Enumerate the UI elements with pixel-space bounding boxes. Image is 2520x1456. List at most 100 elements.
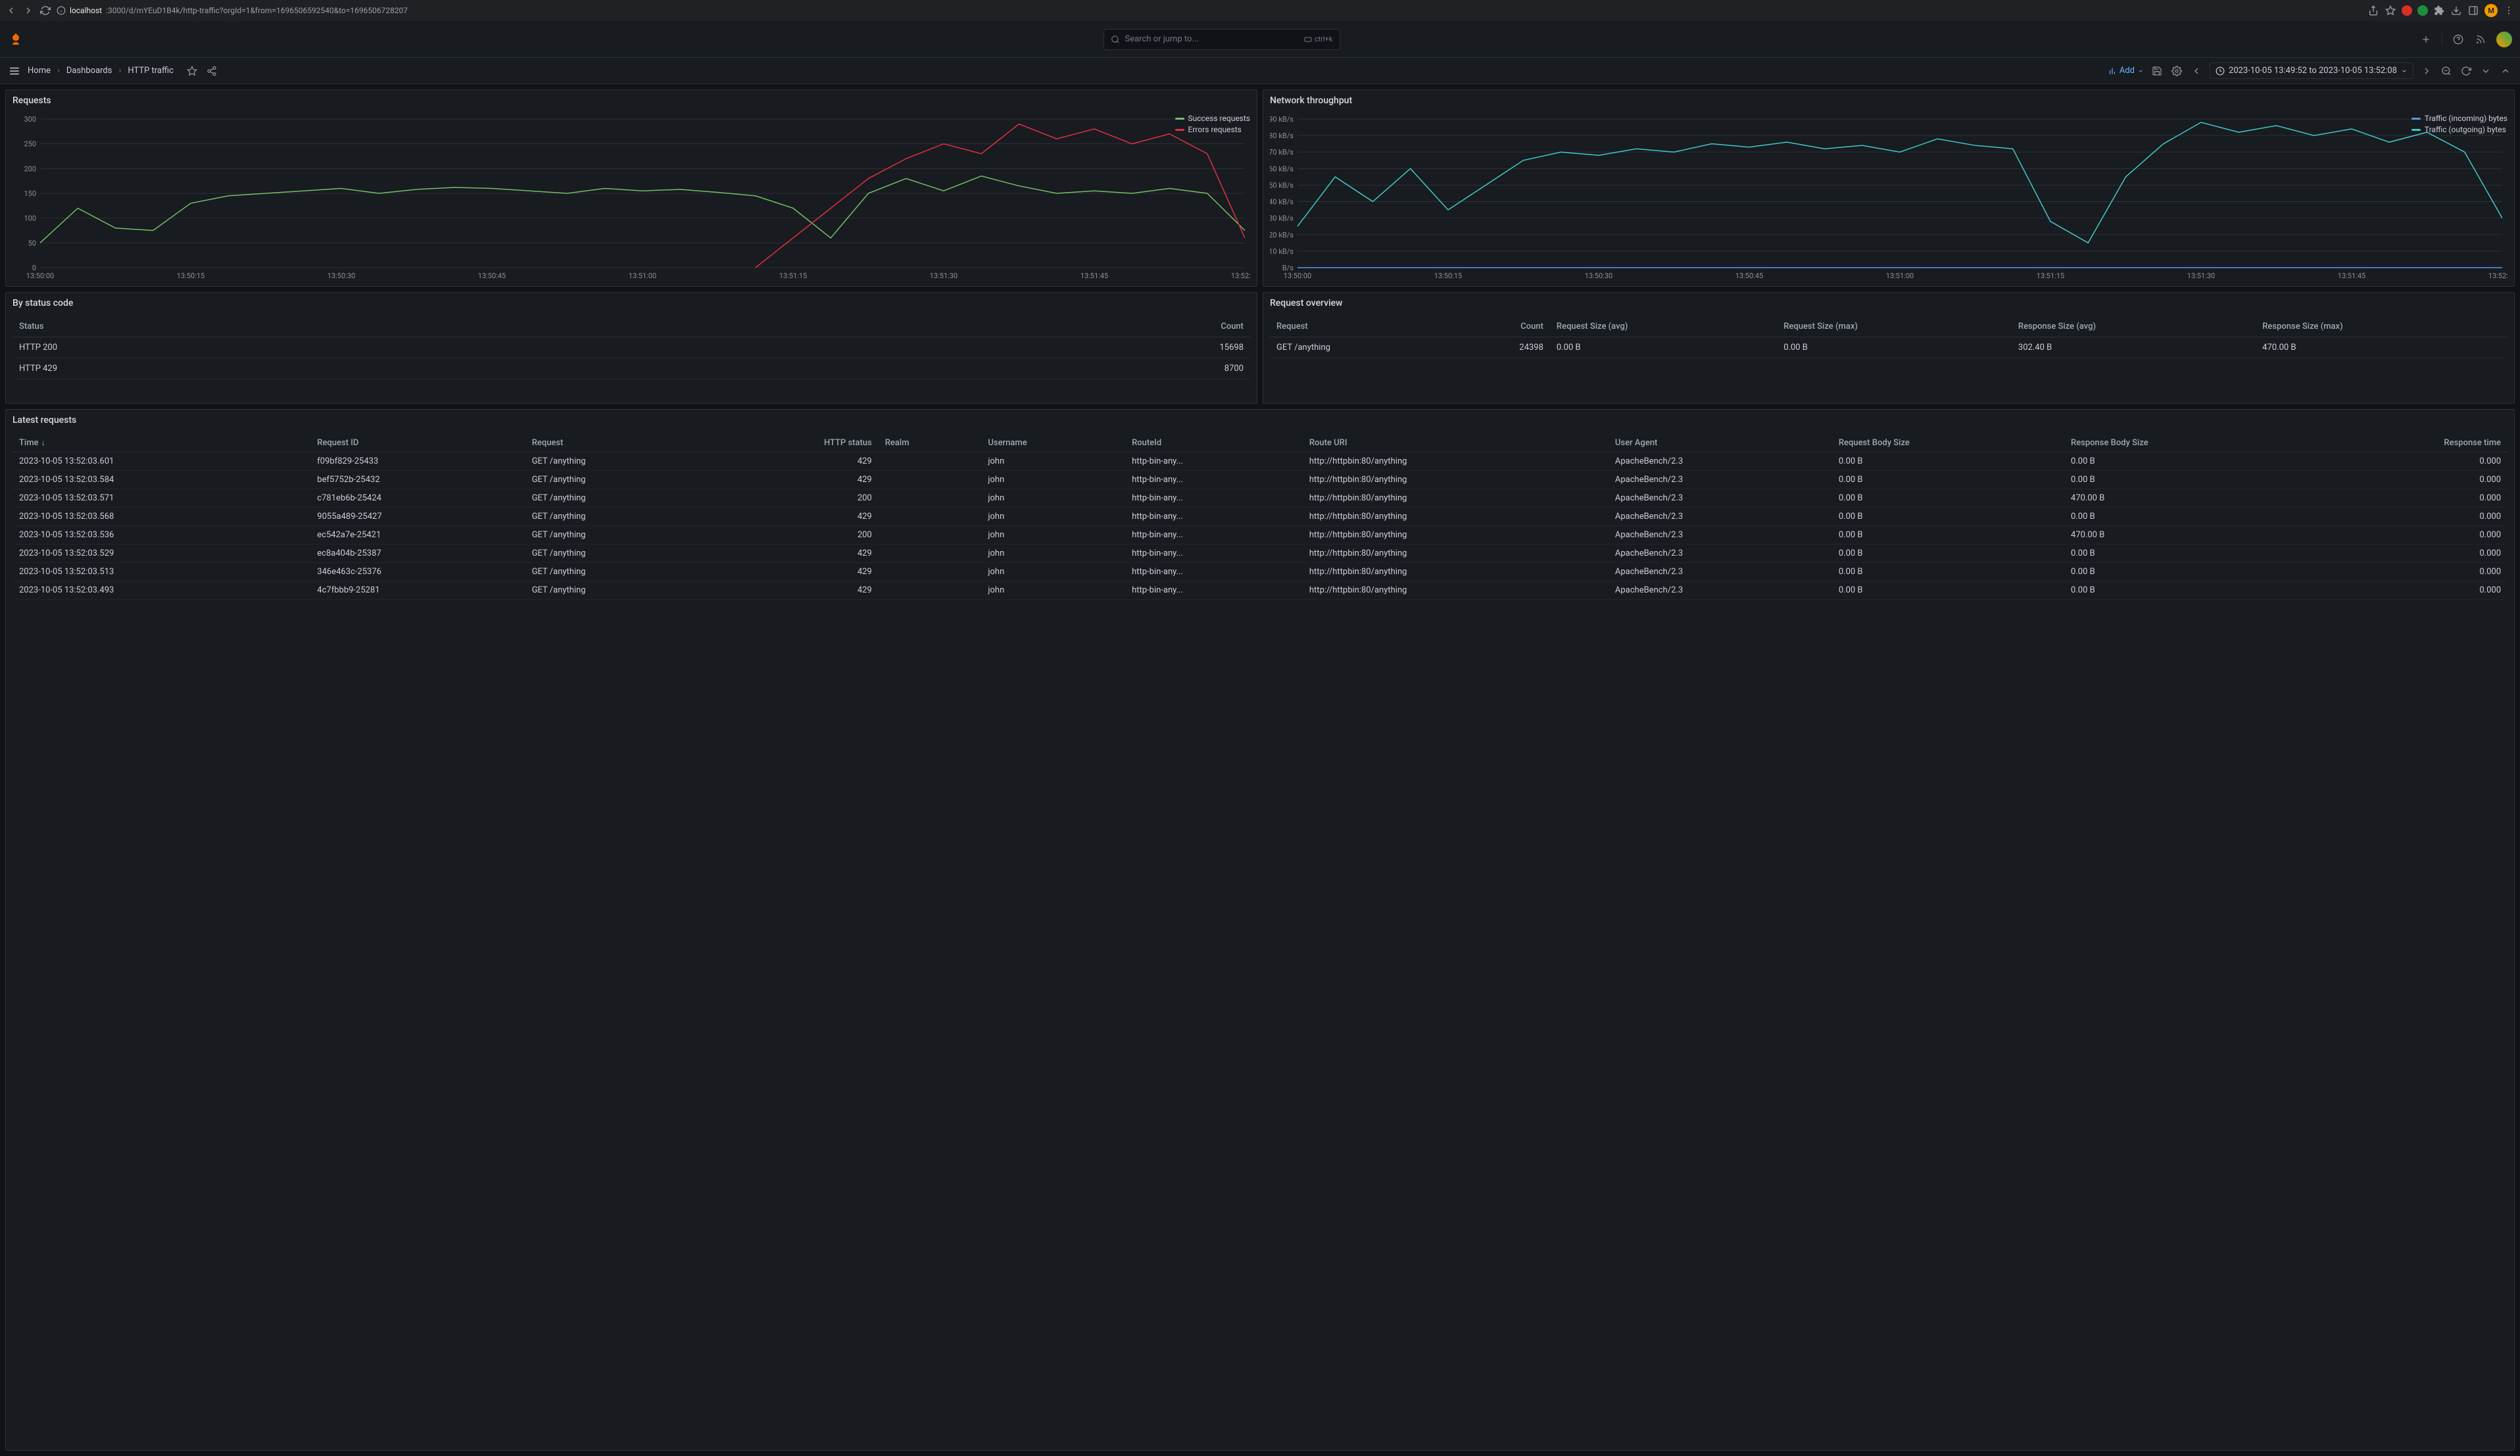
panel-overview[interactable]: Request overview Request Count Request S…: [1263, 292, 2515, 404]
extensions-icon[interactable]: [2433, 5, 2445, 16]
col-request[interactable]: Request: [1270, 316, 1450, 337]
legend-item[interactable]: Success requests: [1175, 114, 1250, 123]
share-icon[interactable]: [2367, 5, 2379, 16]
col-status[interactable]: Status: [12, 316, 755, 337]
search-input[interactable]: Search or jump to... ctrl+k: [1103, 29, 1340, 50]
svg-text:13:50:45: 13:50:45: [1735, 272, 1763, 280]
time-picker[interactable]: 2023-10-05 13:49:52 to 2023-10-05 13:52:…: [2210, 62, 2413, 79]
col-reqbody[interactable]: Request Body Size: [1832, 433, 2064, 452]
breadcrumb-current[interactable]: HTTP traffic: [128, 66, 174, 76]
zoom-out-icon[interactable]: [2440, 64, 2453, 78]
forward-icon[interactable]: [22, 5, 34, 16]
svg-text:13:51:15: 13:51:15: [779, 272, 807, 280]
svg-text:13:50:45: 13:50:45: [478, 272, 506, 280]
reload-icon[interactable]: [39, 5, 51, 16]
table-row[interactable]: 2023-10-05 13:52:03.601 f09bf829-25433 G…: [12, 452, 2508, 471]
svg-text:13:51:15: 13:51:15: [2037, 272, 2064, 280]
star-icon[interactable]: [2385, 5, 2396, 16]
table-row[interactable]: 2023-10-05 13:52:03.584 bef5752b-25432 G…: [12, 471, 2508, 489]
profile-avatar[interactable]: M: [2484, 4, 2498, 17]
legend-item[interactable]: Errors requests: [1175, 125, 1250, 134]
breadcrumb-bar: Home › Dashboards › HTTP traffic Add 202…: [0, 58, 2520, 84]
chevron-right-icon: ›: [118, 66, 121, 76]
col-realm[interactable]: Realm: [879, 433, 982, 452]
breadcrumb-dashboards[interactable]: Dashboards: [66, 66, 112, 76]
requests-chart[interactable]: 05010015020025030013:50:0013:50:1513:50:…: [12, 114, 1250, 281]
table-row[interactable]: GET /anything 24398 0.00 B 0.00 B 302.40…: [1270, 337, 2508, 358]
col-request[interactable]: Request: [525, 433, 710, 452]
table-row[interactable]: 2023-10-05 13:52:03.493 4c7fbbb9-25281 G…: [12, 581, 2508, 600]
add-button[interactable]: Add: [2108, 66, 2144, 76]
col-req-max[interactable]: Request Size (max): [1777, 316, 2012, 337]
svg-text:13:50:00: 13:50:00: [26, 272, 54, 280]
panel-throughput[interactable]: Network throughput Traffic (incoming) by…: [1263, 89, 2515, 287]
rss-icon[interactable]: [2474, 33, 2487, 46]
col-resptime[interactable]: Response time: [2314, 433, 2508, 452]
download-icon[interactable]: [2450, 5, 2462, 16]
svg-text:300: 300: [24, 115, 36, 124]
svg-text:70 kB/s: 70 kB/s: [1270, 148, 1294, 157]
breadcrumb-home[interactable]: Home: [28, 66, 51, 76]
collapse-up-icon[interactable]: [2499, 64, 2512, 78]
table-row[interactable]: 2023-10-05 13:52:03.529 ec8a404b-25387 G…: [12, 545, 2508, 563]
panel-by-status[interactable]: By status code Status Count HTTP 2001569…: [5, 292, 1257, 404]
next-range-icon[interactable]: [2420, 64, 2433, 78]
col-user[interactable]: Username: [981, 433, 1125, 452]
panel-latest[interactable]: Latest requests Time↓ Request ID Request…: [5, 409, 2515, 1451]
table-row[interactable]: HTTP 4298700: [12, 358, 1250, 379]
plus-icon[interactable]: [2419, 33, 2433, 46]
col-resp-max[interactable]: Response Size (max): [2256, 316, 2508, 337]
col-rid[interactable]: Request ID: [310, 433, 525, 452]
time-range-label: 2023-10-05 13:49:52 to 2023-10-05 13:52:…: [2229, 66, 2397, 76]
col-respbody[interactable]: Response Body Size: [2064, 433, 2314, 452]
help-icon[interactable]: [2452, 33, 2465, 46]
col-count[interactable]: Count: [1450, 316, 1550, 337]
table-row[interactable]: 2023-10-05 13:52:03.536 ec542a7e-25421 G…: [12, 526, 2508, 545]
svg-text:13:51:00: 13:51:00: [1886, 272, 1914, 280]
back-icon[interactable]: [5, 5, 17, 16]
menu-dots-icon[interactable]: [2503, 5, 2515, 16]
legend-item[interactable]: Traffic (outgoing) bytes: [2411, 125, 2508, 134]
table-row[interactable]: HTTP 20015698: [12, 337, 1250, 358]
star-outline-icon[interactable]: [185, 64, 199, 78]
panel-requests[interactable]: Requests Success requests Errors request…: [5, 89, 1257, 287]
refresh-dropdown-icon[interactable]: [2479, 64, 2492, 78]
col-resp-avg[interactable]: Response Size (avg): [2012, 316, 2256, 337]
panel-icon[interactable]: [2467, 5, 2479, 16]
col-time[interactable]: Time↓: [12, 433, 310, 452]
col-count[interactable]: Count: [755, 316, 1250, 337]
extension-green-icon[interactable]: [2417, 5, 2428, 16]
refresh-icon[interactable]: [2459, 64, 2473, 78]
chevron-down-icon: [2137, 68, 2144, 74]
extension-red-icon[interactable]: [2402, 5, 2412, 16]
user-avatar[interactable]: [2496, 32, 2512, 47]
gear-icon[interactable]: [2170, 64, 2183, 78]
url-bar[interactable]: localhost:3000/d/mYEuD1B4k/http-traffic?…: [57, 6, 408, 15]
col-routeuri[interactable]: Route URI: [1303, 433, 1609, 452]
table-row[interactable]: 2023-10-05 13:52:03.513 346e463c-25376 G…: [12, 563, 2508, 581]
chevron-down-icon: [2401, 68, 2408, 74]
grafana-logo-icon[interactable]: [8, 32, 24, 47]
grafana-topbar: Search or jump to... ctrl+k: [0, 21, 2520, 58]
save-icon[interactable]: [2150, 64, 2164, 78]
hamburger-icon[interactable]: [8, 64, 21, 78]
table-row[interactable]: 2023-10-05 13:52:03.568 9055a489-25427 G…: [12, 508, 2508, 526]
col-status[interactable]: HTTP status: [710, 433, 879, 452]
svg-text:20 kB/s: 20 kB/s: [1270, 231, 1294, 239]
prev-range-icon[interactable]: [2190, 64, 2203, 78]
svg-text:50 kB/s: 50 kB/s: [1270, 181, 1294, 189]
legend-item[interactable]: Traffic (incoming) bytes: [2411, 114, 2508, 123]
svg-text:200: 200: [24, 164, 36, 173]
table-row[interactable]: 2023-10-05 13:52:03.571 c781eb6b-25424 G…: [12, 489, 2508, 508]
svg-text:13:51:45: 13:51:45: [1080, 272, 1108, 280]
col-req-avg[interactable]: Request Size (avg): [1550, 316, 1777, 337]
col-routeid[interactable]: RouteId: [1125, 433, 1303, 452]
panel-title: Latest requests: [6, 410, 2514, 431]
throughput-chart[interactable]: B/s10 kB/s20 kB/s30 kB/s40 kB/s50 kB/s60…: [1270, 114, 2508, 281]
share-alt-icon[interactable]: [205, 64, 218, 78]
svg-text:13:52:00: 13:52:00: [1231, 272, 1250, 280]
svg-text:50: 50: [28, 239, 36, 247]
col-agent[interactable]: User Agent: [1609, 433, 1832, 452]
info-icon: [57, 6, 66, 15]
search-icon: [1111, 35, 1120, 44]
